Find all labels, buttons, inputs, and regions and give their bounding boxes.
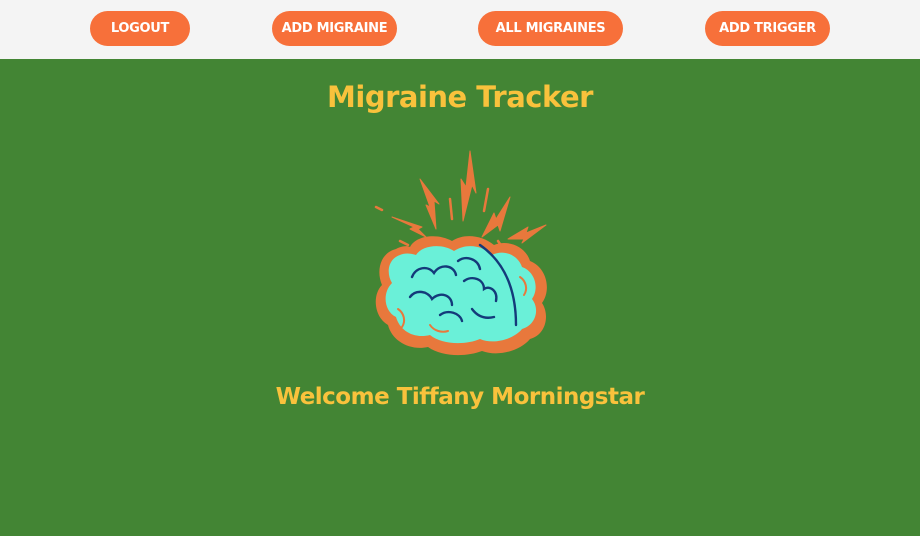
add-migraine-button[interactable]: ADD MIGRAINE [272, 11, 397, 46]
top-navbar: LOGOUT ADD MIGRAINE ALL MIGRAINES ADD TR… [0, 0, 920, 59]
welcome-message: Welcome Tiffany Morningstar [0, 384, 920, 410]
user-name: Tiffany Morningstar [396, 384, 645, 410]
logout-button[interactable]: LOGOUT [90, 11, 190, 46]
migraine-brain-icon [374, 150, 547, 356]
all-migraines-button[interactable]: ALL MIGRAINES [478, 11, 623, 46]
add-trigger-button[interactable]: ADD TRIGGER [705, 11, 830, 46]
main-content: Migraine Tracker Welcome Tiffany Morning… [0, 59, 920, 536]
page-title: Migraine Tracker [327, 80, 593, 114]
welcome-prefix: Welcome [275, 384, 390, 410]
